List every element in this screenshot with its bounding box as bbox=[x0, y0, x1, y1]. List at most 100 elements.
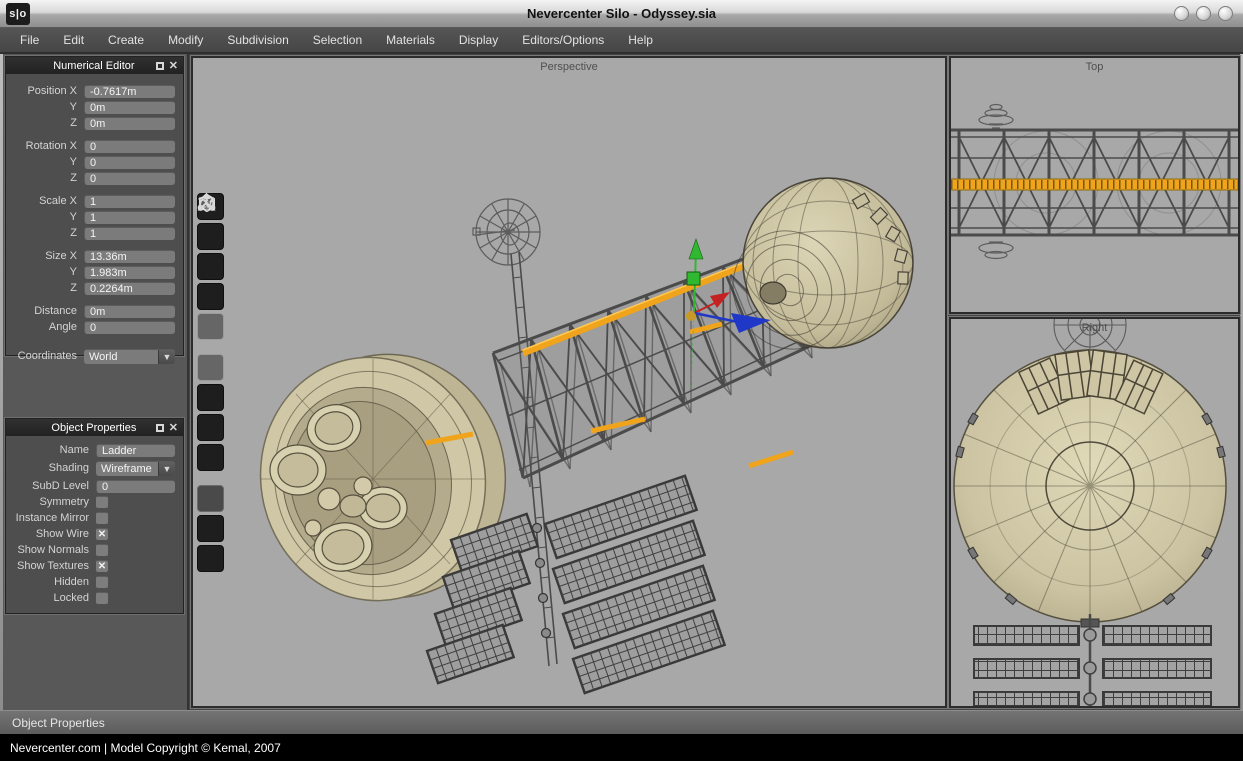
edge-mode-button[interactable] bbox=[197, 223, 224, 250]
show-normals-checkbox[interactable] bbox=[96, 544, 108, 556]
viewport-tool-column bbox=[197, 193, 226, 575]
subd-level-input[interactable]: 0 bbox=[96, 480, 175, 493]
menu-editors-options[interactable]: Editors/Options bbox=[510, 28, 616, 52]
object-mode-button[interactable] bbox=[197, 313, 224, 340]
menu-file[interactable]: File bbox=[8, 28, 51, 52]
close-button[interactable] bbox=[1218, 6, 1233, 21]
freeform-select-button[interactable] bbox=[197, 485, 224, 512]
position-y-input[interactable]: 0m bbox=[84, 101, 175, 114]
coordinates-dropdown[interactable]: World ▼ bbox=[84, 349, 175, 364]
status-bar: Object Properties bbox=[0, 710, 1243, 734]
field-label: Z bbox=[6, 117, 84, 129]
scale-y-input[interactable]: 1 bbox=[84, 211, 175, 224]
window-title: Nevercenter Silo - Odyssey.sia bbox=[0, 6, 1243, 21]
angle-input[interactable]: 0 bbox=[84, 321, 175, 334]
numerical-editor-titlebar[interactable]: Numerical Editor ✕ bbox=[6, 57, 183, 74]
instance-mirror-checkbox[interactable] bbox=[96, 512, 108, 524]
menu-edit[interactable]: Edit bbox=[51, 28, 96, 52]
right-view-sphere[interactable] bbox=[954, 350, 1226, 627]
locked-checkbox[interactable] bbox=[96, 592, 108, 604]
object-properties-titlebar[interactable]: Object Properties ✕ bbox=[6, 419, 183, 436]
field-label: Shading bbox=[6, 462, 96, 474]
field-label: Show Textures bbox=[6, 560, 96, 572]
field-label: Locked bbox=[6, 592, 96, 604]
scale-tool-button[interactable] bbox=[197, 414, 224, 441]
field-label: Scale X bbox=[6, 195, 84, 207]
perspective-viewport[interactable]: Perspective bbox=[191, 56, 947, 708]
coordinates-value: World bbox=[84, 350, 158, 364]
show-textures-checkbox[interactable]: ✕ bbox=[96, 560, 108, 572]
spacecraft-wireframe-scene bbox=[193, 58, 945, 706]
field-label: Hidden bbox=[6, 576, 96, 588]
field-label: Position X bbox=[6, 85, 84, 97]
menu-subdivision[interactable]: Subdivision bbox=[215, 28, 300, 52]
dish-antenna-wireframe[interactable] bbox=[473, 199, 540, 265]
field-label: Y bbox=[6, 156, 84, 168]
distance-input[interactable]: 0m bbox=[84, 305, 175, 318]
field-label: Show Normals bbox=[6, 544, 96, 556]
window-controls bbox=[1174, 6, 1233, 21]
scale-z-input[interactable]: 1 bbox=[84, 227, 175, 240]
symmetry-checkbox[interactable] bbox=[96, 496, 108, 508]
footer-text: Nevercenter.com | Model Copyright © Kema… bbox=[0, 741, 281, 755]
hidden-checkbox[interactable] bbox=[96, 576, 108, 588]
field-label: SubD Level bbox=[6, 480, 96, 492]
rotation-x-input[interactable]: 0 bbox=[84, 140, 175, 153]
menu-help[interactable]: Help bbox=[616, 28, 665, 52]
face-mode-button[interactable] bbox=[197, 253, 224, 280]
rect-select-button[interactable] bbox=[197, 515, 224, 542]
menu-materials[interactable]: Materials bbox=[374, 28, 447, 52]
coordinates-label: Coordinates bbox=[6, 350, 84, 362]
right-viewport[interactable]: Right bbox=[949, 317, 1240, 708]
size-z-input[interactable]: 0.2264m bbox=[84, 282, 175, 295]
object-properties-panel: Object Properties ✕ NameLadder Shading W… bbox=[5, 418, 184, 614]
scale-x-input[interactable]: 1 bbox=[84, 195, 175, 208]
chevron-down-icon[interactable]: ▼ bbox=[158, 350, 175, 364]
panel-close-icon[interactable]: ✕ bbox=[169, 62, 178, 70]
position-x-input[interactable]: -0.7617m bbox=[84, 85, 175, 98]
title-bar[interactable]: s|o Nevercenter Silo - Odyssey.sia bbox=[0, 0, 1243, 28]
position-z-input[interactable]: 0m bbox=[84, 117, 175, 130]
field-label: Z bbox=[6, 227, 84, 239]
minimize-button[interactable] bbox=[1174, 6, 1189, 21]
move-tool-button[interactable] bbox=[197, 354, 224, 381]
rotate-tool-button[interactable] bbox=[197, 384, 224, 411]
panel-close-icon[interactable]: ✕ bbox=[169, 424, 178, 432]
size-x-input[interactable]: 13.36m bbox=[84, 250, 175, 263]
field-label: Instance Mirror bbox=[6, 512, 96, 524]
panel-maximize-icon[interactable] bbox=[156, 62, 164, 70]
top-view-wireframe bbox=[951, 58, 1238, 312]
universal-manipulator-button[interactable] bbox=[197, 444, 224, 471]
name-input[interactable]: Ladder bbox=[96, 444, 175, 457]
rotation-y-input[interactable]: 0 bbox=[84, 156, 175, 169]
chevron-down-icon[interactable]: ▼ bbox=[158, 462, 175, 476]
top-view-ladder[interactable] bbox=[951, 179, 1238, 190]
maximize-button[interactable] bbox=[1196, 6, 1211, 21]
menu-display[interactable]: Display bbox=[447, 28, 510, 52]
panel-maximize-icon[interactable] bbox=[156, 424, 164, 432]
size-y-input[interactable]: 1.983m bbox=[84, 266, 175, 279]
menu-modify[interactable]: Modify bbox=[156, 28, 215, 52]
left-sidebar: Numerical Editor ✕ Position X-0.7617m Y0… bbox=[3, 54, 189, 710]
rotation-z-input[interactable]: 0 bbox=[84, 172, 175, 185]
shading-value: Wireframe bbox=[96, 462, 158, 476]
field-label: Size X bbox=[6, 250, 84, 262]
right-view-wireframe bbox=[951, 319, 1238, 706]
menu-create[interactable]: Create bbox=[96, 28, 156, 52]
field-label: Angle bbox=[6, 321, 84, 333]
field-label: Distance bbox=[6, 305, 84, 317]
app-window: s|o Nevercenter Silo - Odyssey.sia File … bbox=[0, 0, 1243, 761]
field-label: Y bbox=[6, 266, 84, 278]
top-viewport[interactable]: Top bbox=[949, 56, 1240, 314]
show-wire-checkbox[interactable]: ✕ bbox=[96, 528, 108, 540]
lasso-select-button[interactable] bbox=[197, 545, 224, 572]
right-view-solar-panels[interactable] bbox=[974, 614, 1211, 706]
lasso-select-icon bbox=[197, 193, 216, 212]
menu-selection[interactable]: Selection bbox=[301, 28, 374, 52]
panel-title: Object Properties bbox=[6, 422, 156, 434]
multiselect-mode-button[interactable] bbox=[197, 283, 224, 310]
panel-title: Numerical Editor bbox=[6, 60, 156, 72]
field-label: Rotation X bbox=[6, 140, 84, 152]
field-label: Y bbox=[6, 101, 84, 113]
shading-dropdown[interactable]: Wireframe ▼ bbox=[96, 461, 175, 476]
